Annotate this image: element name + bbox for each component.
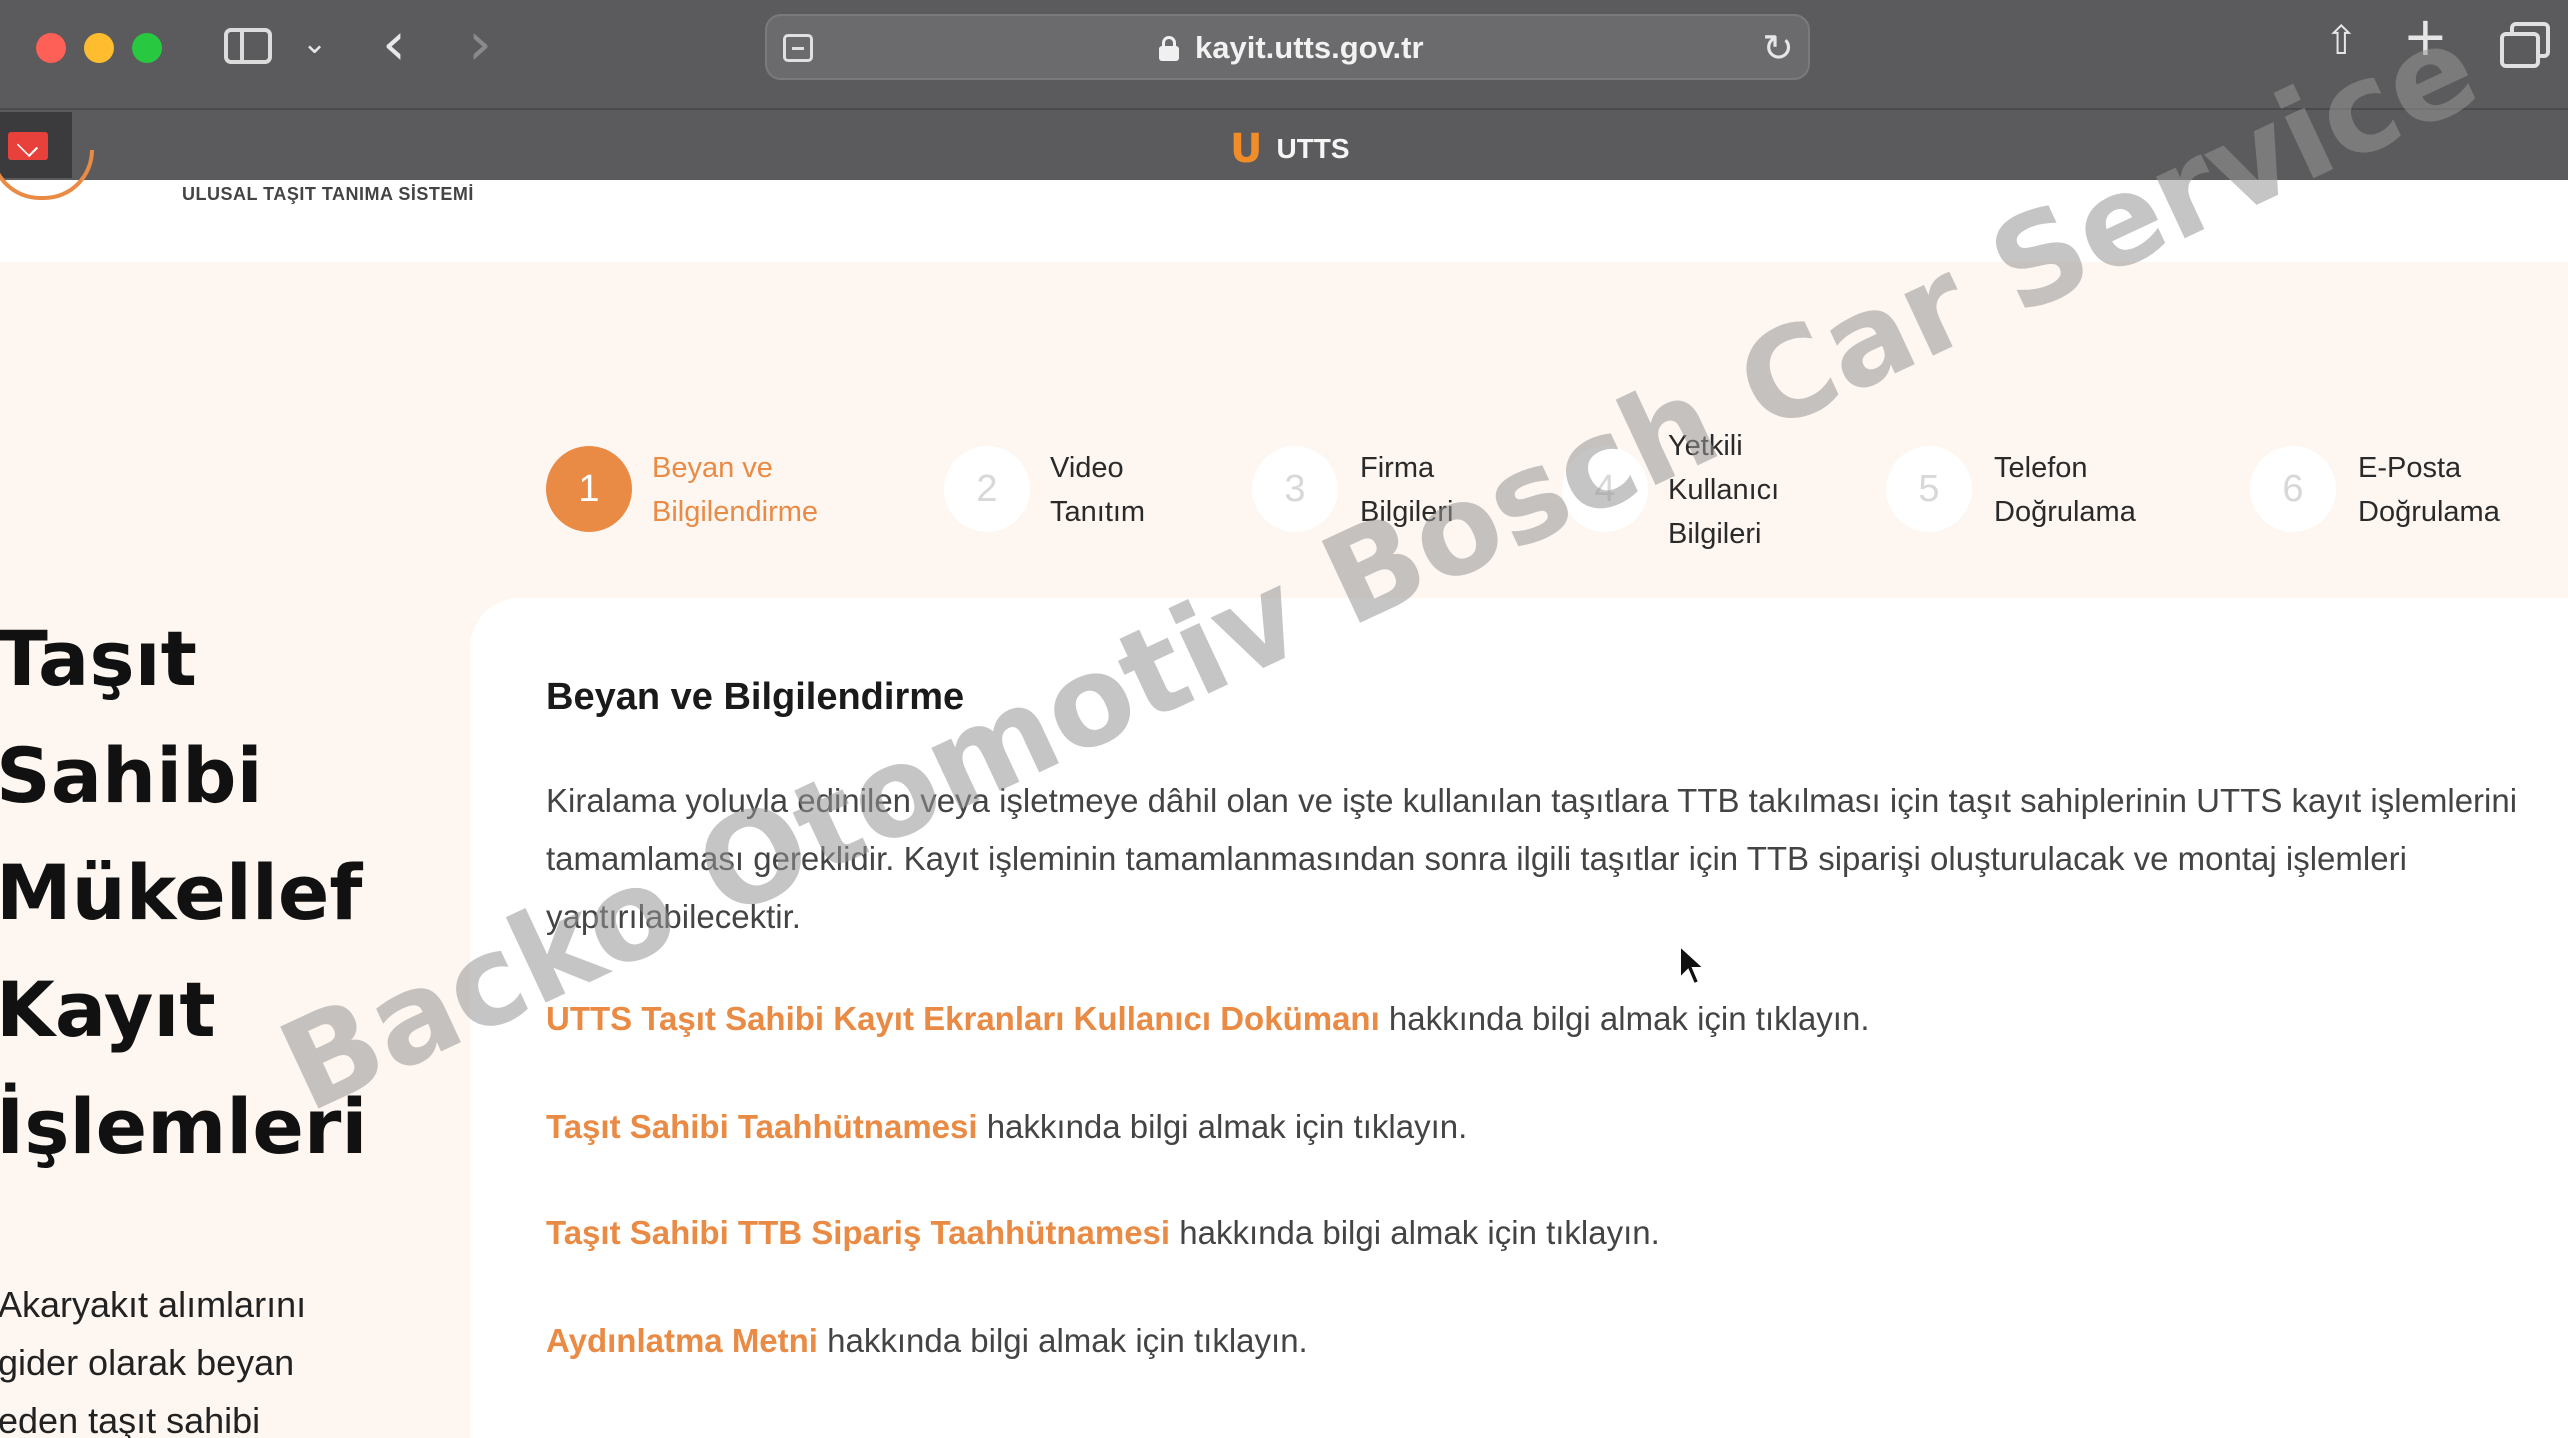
info-row-owner-commitment: Taşıt Sahibi Taahhütnamesi hakkında bilg… [546, 1108, 1467, 1146]
tab-label: UTTS [1276, 133, 1350, 164]
utts-favicon-icon: U [1230, 126, 1263, 172]
clarification-text-link[interactable]: Aydınlatma Metni [546, 1322, 818, 1359]
info-row-ttb-order-commitment: Taşıt Sahibi TTB Sipariş Taahhütnamesi h… [546, 1214, 1660, 1252]
sidebar-toggle-icon[interactable] [224, 28, 272, 64]
step-6-label: E-Posta Doğrulama [2358, 452, 2500, 528]
info-row-clarification-text: Aydınlatma Metni hakkında bilgi almak iç… [546, 1322, 1308, 1360]
tabbar-divider [0, 108, 2568, 110]
step-6-number: 6 [2250, 446, 2336, 532]
forward-icon[interactable]: › [468, 14, 492, 74]
step-1-label: Beyan ve Bilgilendirme [652, 452, 819, 528]
step-1-number: 1 [546, 446, 632, 532]
reload-icon[interactable]: ↻ [1762, 26, 1794, 71]
step-5-number: 5 [1886, 446, 1972, 532]
step-2-label: Video Tanıtım [1050, 452, 1146, 528]
back-icon[interactable]: ‹ [382, 14, 406, 74]
step-5-label: Telefon Doğrulama [1994, 452, 2136, 528]
lock-icon [1159, 36, 1179, 61]
close-window-button[interactable] [36, 33, 66, 63]
step-2-number: 2 [944, 446, 1030, 532]
info-row-suffix: hakkında bilgi almak için tıklayın. [1170, 1214, 1660, 1251]
site-tagline: ULUSAL TAŞIT TANIMA SİSTEMİ [182, 184, 474, 204]
minimize-window-button[interactable] [84, 33, 114, 63]
info-row-user-document: UTTS Taşıt Sahibi Kayıt Ekranları Kullan… [546, 1000, 1869, 1038]
info-row-suffix: hakkında bilgi almak için tıklayın. [977, 1108, 1468, 1145]
zoom-window-button[interactable] [132, 33, 162, 63]
user-document-link[interactable]: UTTS Taşıt Sahibi Kayıt Ekranları Kullan… [546, 1000, 1380, 1037]
chevron-down-icon[interactable]: ⌄ [302, 26, 327, 61]
info-row-suffix: hakkında bilgi almak için tıklayın. [817, 1322, 1308, 1359]
ttb-order-commitment-link[interactable]: Taşıt Sahibi TTB Sipariş Taahhütnamesi [546, 1214, 1170, 1251]
active-tab[interactable]: U UTTS [1230, 126, 1350, 172]
page-menu-icon[interactable] [783, 34, 813, 62]
tab-overview-icon[interactable] [2500, 22, 2550, 68]
url-text: kayit.utts.gov.tr [1195, 30, 1424, 65]
info-row-suffix: hakkında bilgi almak için tıklayın. [1379, 1000, 1870, 1037]
address-bar[interactable]: kayit.utts.gov.tr ↻ [765, 14, 1810, 80]
page-description: Akaryakıt alımlarını gider olarak beyan … [0, 1284, 307, 1438]
owner-commitment-link[interactable]: Taşıt Sahibi Taahhütnamesi [546, 1108, 978, 1145]
